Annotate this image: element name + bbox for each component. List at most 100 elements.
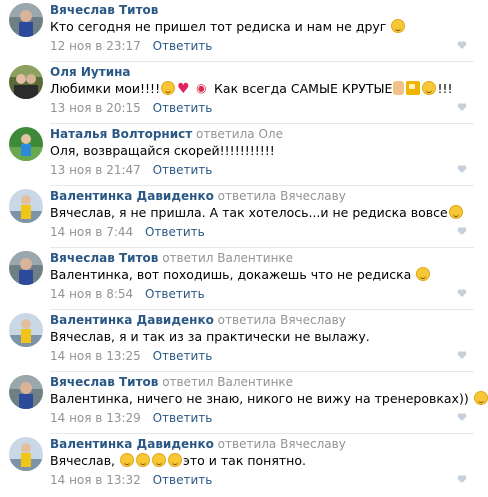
reply-button[interactable]: Ответить: [153, 411, 213, 425]
comment-item: Наталья Волторнист ответила Оле Оля, воз…: [0, 124, 488, 186]
like-heart-icon[interactable]: [457, 102, 467, 112]
reply-to-link[interactable]: Оле: [258, 127, 283, 141]
reply-button[interactable]: Ответить: [153, 349, 213, 363]
comments-list: Вячеслав Титов Кто сегодня не пришел тот…: [0, 0, 488, 497]
avatar[interactable]: [9, 3, 43, 37]
comment-meta: 14 ноя в 8:54 Ответить: [50, 287, 205, 301]
comment-date-link[interactable]: 13 ноя в 21:47: [50, 163, 141, 177]
comment-item: Вячеслав Титов Кто сегодня не пришел тот…: [0, 0, 488, 62]
reply-verb: ответил: [162, 251, 214, 265]
comment-text: Вячеслав, я и так из за практически не в…: [50, 329, 370, 345]
avatar-image: [9, 3, 43, 37]
thumbs-up-icon: [393, 81, 405, 95]
avatar[interactable]: [9, 65, 43, 99]
comment-header: Валентинка Давиденко ответила Вячеславу: [50, 313, 346, 327]
avatar[interactable]: [9, 189, 43, 223]
reply-button[interactable]: Ответить: [145, 287, 205, 301]
comment-meta: 14 ноя в 7:44 Ответить: [50, 225, 205, 239]
like-heart-icon[interactable]: [457, 288, 467, 298]
author-name-link[interactable]: Вячеслав Титов: [50, 251, 158, 265]
comment-text: Любимки мои!!!! Как всегда САМЫЕ КРУТЫЕ!…: [50, 81, 452, 97]
comment-date-link[interactable]: 14 ноя в 13:29: [50, 411, 141, 425]
reply-to-link[interactable]: Валентинке: [217, 375, 293, 389]
like-heart-icon[interactable]: [457, 40, 467, 50]
comment-date-link[interactable]: 12 ноя в 23:17: [50, 39, 141, 53]
comment-item: Валентинка Давиденко ответила Вячеславу …: [0, 186, 488, 248]
avatar-image: [9, 375, 43, 409]
comment-text-content: Оля, возвращайся скорей!!!!!!!!!!!: [50, 143, 275, 158]
author-name-link[interactable]: Вячеслав Титов: [50, 3, 158, 17]
reply-button[interactable]: Ответить: [153, 101, 213, 115]
grinning-face-icon: [152, 453, 167, 467]
smiling-face-icon: [448, 205, 463, 219]
reply-to-link[interactable]: Вячеславу: [280, 313, 346, 327]
like-heart-icon[interactable]: [457, 350, 467, 360]
red-heart-icon: [177, 83, 190, 95]
like-heart-icon[interactable]: [457, 412, 467, 422]
comment-text-content: Валентинка, вот походишь, докажешь что н…: [50, 267, 412, 282]
comment-meta: 12 ноя в 23:17 Ответить: [50, 39, 212, 53]
reply-button[interactable]: Ответить: [153, 473, 213, 487]
comment-date-link[interactable]: 13 ноя в 20:15: [50, 101, 141, 115]
comment-header: Вячеслав Титов ответил Валентинке: [50, 375, 293, 389]
avatar-image: [9, 437, 43, 471]
comment-text: Вячеслав, это и так понятно.: [50, 453, 306, 469]
reply-verb: ответила: [217, 437, 277, 451]
reply-verb: ответила: [217, 189, 277, 203]
reply-button[interactable]: Ответить: [145, 225, 205, 239]
comment-header: Валентинка Давиденко ответила Вячеславу: [50, 189, 346, 203]
comment-text-content: Вячеслав, я и так из за практически не в…: [50, 329, 370, 344]
avatar[interactable]: [9, 127, 43, 161]
comment-text-content: Кто сегодня не пришел тот редиска и нам …: [50, 19, 387, 34]
comment-item: Валентинка Давиденко ответила Вячеславу …: [0, 434, 488, 496]
reply-button[interactable]: Ответить: [153, 39, 213, 53]
grinning-face-icon: [168, 453, 183, 467]
avatar[interactable]: [9, 375, 43, 409]
reply-to-link[interactable]: Валентинке: [217, 251, 293, 265]
comment-date-link[interactable]: 14 ноя в 13:25: [50, 349, 141, 363]
like-heart-icon[interactable]: [457, 474, 467, 484]
comment-date-link[interactable]: 14 ноя в 8:54: [50, 287, 133, 301]
author-name-link[interactable]: Оля Иутина: [50, 65, 131, 79]
kiss-lips-icon: [195, 81, 209, 95]
like-heart-icon[interactable]: [457, 226, 467, 236]
author-name-link[interactable]: Вячеслав Титов: [50, 375, 158, 389]
comment-text-content: Вячеслав, я не пришла. А так хотелось...…: [50, 205, 448, 220]
comment-text: Оля, возвращайся скорей!!!!!!!!!!!: [50, 143, 275, 159]
reply-verb: ответил: [162, 375, 214, 389]
avatar-image: [9, 189, 43, 223]
comment-text-part-2: Как всегда САМЫЕ КРУТЫЕ: [214, 81, 393, 96]
grinning-face-icon: [136, 453, 151, 467]
author-name-link[interactable]: Валентинка Давиденко: [50, 189, 214, 203]
comment-meta: 14 ноя в 13:32 Ответить: [50, 473, 212, 487]
comment-item: Вячеслав Титов ответил Валентинке Валент…: [0, 372, 488, 434]
comment-date-link[interactable]: 14 ноя в 13:32: [50, 473, 141, 487]
author-name-link[interactable]: Валентинка Давиденко: [50, 437, 214, 451]
comment-text: Валентинка, вот походишь, докажешь что н…: [50, 267, 431, 283]
reply-button[interactable]: Ответить: [153, 163, 213, 177]
comment-item: Оля Иутина Любимки мои!!!! Как всегда СА…: [0, 62, 488, 124]
comment-date-link[interactable]: 14 ноя в 7:44: [50, 225, 133, 239]
comment-header: Оля Иутина: [50, 65, 131, 79]
author-name-link[interactable]: Наталья Волторнист: [50, 127, 192, 141]
comment-item: Вячеслав Титов ответил Валентинке Валент…: [0, 248, 488, 310]
smirking-face-icon: [416, 267, 431, 281]
reply-verb: ответила: [196, 127, 255, 141]
avatar[interactable]: [9, 313, 43, 347]
comment-header: Наталья Волторнист ответила Оле: [50, 127, 283, 141]
avatar-image: [9, 251, 43, 285]
author-name-link[interactable]: Валентинка Давиденко: [50, 313, 214, 327]
comment-text-part-2: это и так понятно.: [183, 453, 306, 468]
reply-to-link[interactable]: Вячеславу: [280, 437, 346, 451]
avatar-image: [9, 313, 43, 347]
grinning-face-icon: [120, 453, 135, 467]
comment-meta: 14 ноя в 13:29 Ответить: [50, 411, 212, 425]
avatar[interactable]: [9, 251, 43, 285]
reply-verb: ответила: [217, 313, 277, 327]
avatar[interactable]: [9, 437, 43, 471]
angry-face-icon: [473, 391, 488, 405]
reply-to-link[interactable]: Вячеславу: [280, 189, 346, 203]
like-heart-icon[interactable]: [457, 164, 467, 174]
comment-item: Валентинка Давиденко ответила Вячеславу …: [0, 310, 488, 372]
heart-eyes-face-icon: [422, 81, 437, 95]
